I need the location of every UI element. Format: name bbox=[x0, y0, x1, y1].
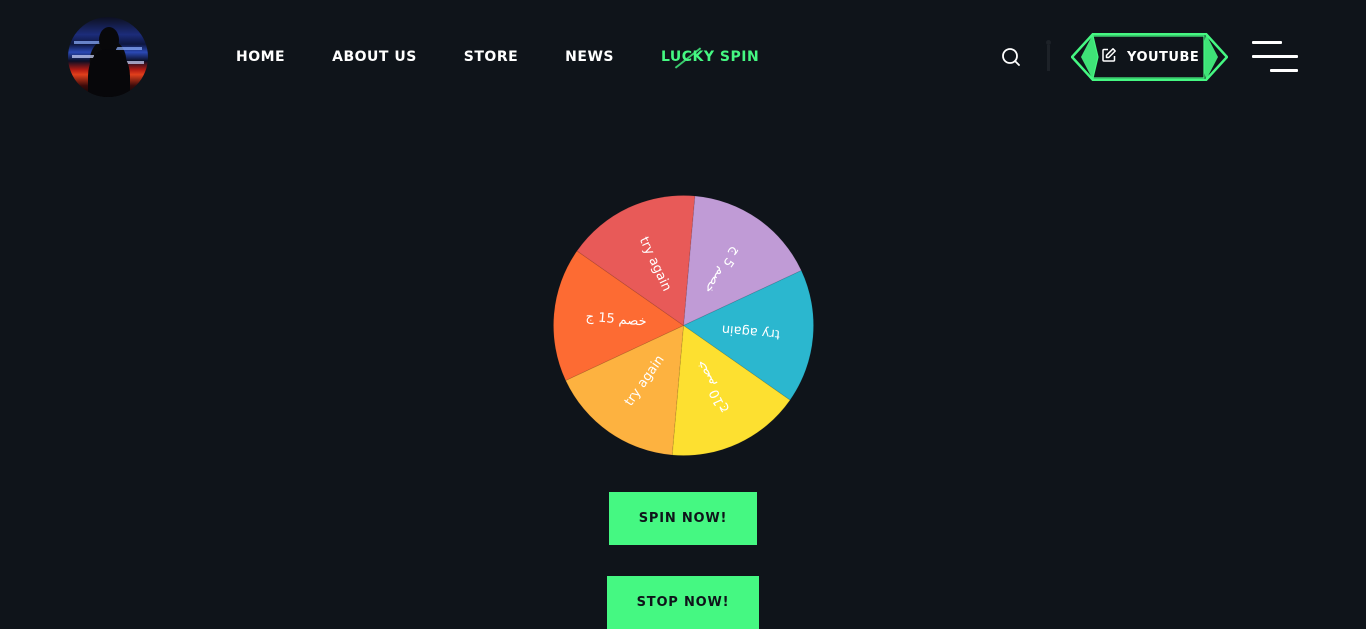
search-icon[interactable] bbox=[1000, 46, 1022, 68]
youtube-button[interactable]: YOUTUBE bbox=[1071, 33, 1228, 81]
logo-streak bbox=[116, 47, 142, 50]
spin-now-button[interactable]: SPIN NOW! bbox=[609, 492, 757, 545]
lucky-spin-wheel[interactable]: خصم 5 ج try again خصم 10ج try again خصم 15 ج… bbox=[553, 195, 814, 456]
logo-silhouette-body bbox=[88, 49, 130, 97]
nav-about-us[interactable]: ABOUT US bbox=[332, 46, 417, 68]
nav-home[interactable]: HOME bbox=[236, 46, 285, 68]
nav-news[interactable]: NEWS bbox=[565, 46, 614, 68]
youtube-button-content: YOUTUBE bbox=[1101, 46, 1199, 68]
nav-lucky-spin[interactable]: LUCKY SPIN bbox=[660, 46, 760, 69]
wheel-svg: خصم 5 جtry againخصم 10جtry againخصم 15 ج… bbox=[553, 195, 814, 456]
stop-now-button[interactable]: STOP NOW! bbox=[607, 576, 759, 629]
menu-line bbox=[1252, 41, 1282, 44]
header-divider bbox=[1046, 40, 1051, 72]
menu-line bbox=[1270, 69, 1298, 72]
edit-icon bbox=[1101, 47, 1117, 67]
hamburger-menu-icon[interactable] bbox=[1252, 40, 1299, 72]
menu-line bbox=[1252, 55, 1298, 58]
logo-streak bbox=[72, 55, 94, 58]
site-logo[interactable] bbox=[68, 17, 148, 97]
divider-bar bbox=[1047, 45, 1050, 71]
youtube-button-label: YOUTUBE bbox=[1127, 49, 1200, 65]
nav-store[interactable]: STORE bbox=[464, 46, 518, 68]
main-nav: HOME ABOUT US STORE NEWS LUCKY SPIN bbox=[236, 46, 806, 69]
nav-lucky-spin-label: LUCKY SPIN bbox=[660, 49, 760, 65]
